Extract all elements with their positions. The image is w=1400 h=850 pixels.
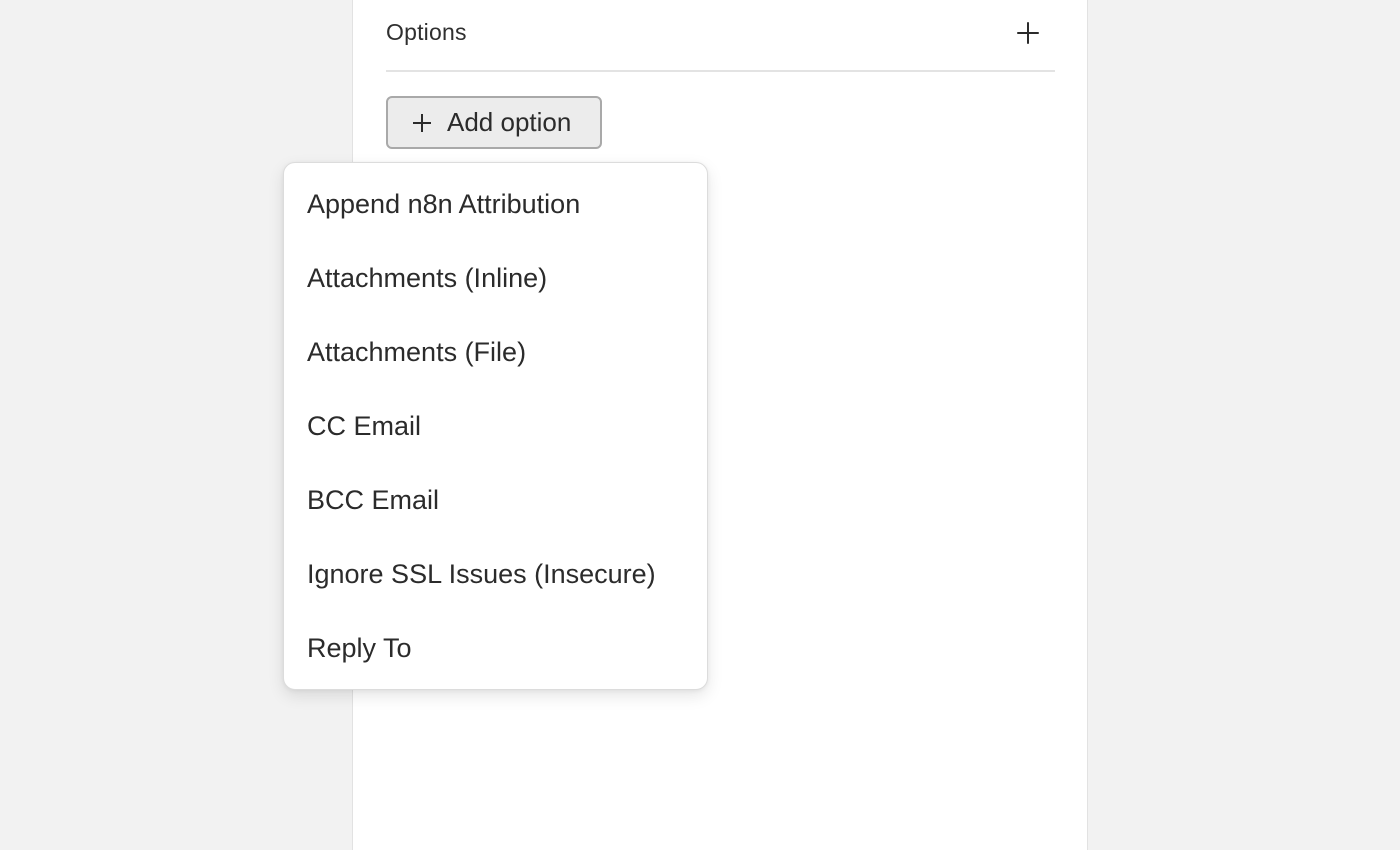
plus-icon bbox=[413, 113, 431, 132]
add-option-label: Add option bbox=[447, 107, 572, 137]
app-window: Options Add option Append n8n Attributio… bbox=[0, 0, 1400, 850]
options-section-header: Options bbox=[386, 0, 1055, 72]
dropdown-item-attachments-file[interactable]: Attachments (File) bbox=[284, 315, 707, 389]
plus-icon[interactable] bbox=[1015, 20, 1041, 46]
add-option-button[interactable]: Add option bbox=[386, 96, 602, 149]
dropdown-item-bcc-email[interactable]: BCC Email bbox=[284, 463, 707, 537]
options-title: Options bbox=[386, 19, 467, 45]
dropdown-item-ignore-ssl-issues[interactable]: Ignore SSL Issues (Insecure) bbox=[284, 537, 707, 611]
dropdown-item-append-n8n-attribution[interactable]: Append n8n Attribution bbox=[284, 167, 707, 241]
dropdown-item-reply-to[interactable]: Reply To bbox=[284, 611, 707, 685]
dropdown-item-cc-email[interactable]: CC Email bbox=[284, 389, 707, 463]
options-dropdown-menu: Append n8n Attribution Attachments (Inli… bbox=[283, 162, 708, 690]
dropdown-item-attachments-inline[interactable]: Attachments (Inline) bbox=[284, 241, 707, 315]
